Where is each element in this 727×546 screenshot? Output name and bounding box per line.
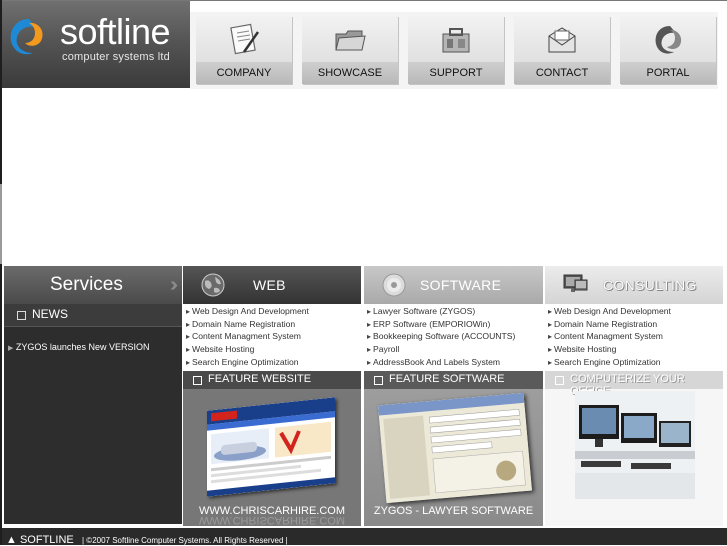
- nav-showcase[interactable]: SHOWCASE: [302, 16, 398, 84]
- list-item[interactable]: AddressBook And Labels System: [364, 356, 542, 369]
- globe-icon: [201, 273, 225, 297]
- list-item[interactable]: Search Engine Optimization: [183, 356, 361, 369]
- arrow-icon: ▶: [8, 345, 14, 352]
- office-computers-image: [575, 391, 695, 499]
- footer-brand-text: SOFTLINE: [19, 534, 74, 546]
- consulting-header[interactable]: CONSULTING: [545, 266, 723, 304]
- nav-contact-label: CONTACT: [514, 62, 610, 84]
- software-header[interactable]: SOFTWARE: [364, 266, 543, 304]
- feature-software-header: FEATURE SOFTWARE: [364, 371, 543, 389]
- footer-brand: ▲ SOFTLINE: [6, 534, 74, 546]
- list-item[interactable]: Content Managment System: [183, 330, 361, 343]
- softline-logo-icon: [10, 19, 43, 55]
- nav-support-label: SUPPORT: [408, 62, 504, 84]
- news-item-text: ZYGOS launches New VERSION: [15, 342, 150, 352]
- news-item[interactable]: ▶ ZYGOS launches New VERSION: [8, 342, 149, 352]
- nav-portal[interactable]: PORTAL: [620, 16, 716, 84]
- swirl-icon: [655, 26, 682, 54]
- list-item[interactable]: ERP Software (EMPORIOWin): [364, 318, 542, 331]
- feature-software-caption: ZYGOS - LAWYER SOFTWARE: [373, 505, 534, 517]
- software-title: SOFTWARE: [420, 277, 502, 293]
- feature-software-title: FEATURE SOFTWARE: [389, 373, 505, 385]
- list-item[interactable]: Website Hosting: [183, 343, 361, 356]
- square-bullet-icon: [374, 376, 383, 385]
- feature-consulting-header: COMPUTERIZE YOUR OFFICE: [545, 371, 723, 397]
- double-chevron-icon: ›››: [170, 274, 178, 296]
- nav-company[interactable]: COMPANY: [196, 16, 292, 84]
- web-links: Web Design And Development Domain Name R…: [183, 305, 361, 369]
- square-bullet-icon: [17, 311, 26, 320]
- feature-software[interactable]: FEATURE SOFTWARE ZYGOS - LAWYER SOFTWARE: [364, 371, 543, 526]
- toolbox-icon: [442, 28, 470, 53]
- nav-showcase-label: SHOWCASE: [302, 62, 398, 84]
- brand-name: softline: [60, 11, 171, 52]
- monitor-icon: [563, 274, 588, 292]
- nav-contact[interactable]: CONTACT: [514, 16, 610, 84]
- document-pen-icon: [230, 23, 260, 55]
- brand-tagline: computer systems ltd: [62, 51, 170, 63]
- software-preview-image: [378, 392, 532, 504]
- feature-website-header: FEATURE WEBSITE: [183, 371, 361, 389]
- services-title: Services: [50, 274, 123, 295]
- footer-copyright: | ©2007 Softline Computer Systems. All R…: [82, 536, 288, 545]
- list-item[interactable]: Payroll: [364, 343, 542, 356]
- news-header: NEWS: [4, 304, 182, 327]
- website-screenshot: [207, 397, 335, 497]
- list-item[interactable]: Website Hosting: [545, 343, 723, 356]
- feature-consulting[interactable]: COMPUTERIZE YOUR OFFICE: [545, 371, 723, 526]
- envelope-icon: [548, 27, 576, 53]
- logo[interactable]: softline computer systems ltd: [2, 1, 190, 88]
- caption-reflection: WWW.CHRISCARHIRE.COM: [198, 517, 346, 526]
- web-title: WEB: [253, 277, 286, 293]
- list-item[interactable]: Lawyer Software (ZYGOS): [364, 305, 542, 318]
- folder-icon: [335, 30, 366, 51]
- services-panel: Services ››› NEWS ▶ ZYGOS launches New V…: [4, 266, 182, 524]
- website-preview-image: [207, 397, 335, 497]
- list-item[interactable]: Domain Name Registration: [545, 318, 723, 331]
- consulting-title: CONSULTING: [603, 277, 697, 293]
- footer: ▲ SOFTLINE | ©2007 Softline Computer Sys…: [2, 528, 727, 546]
- news-title: NEWS: [32, 307, 68, 321]
- list-item[interactable]: Domain Name Registration: [183, 318, 361, 331]
- list-item[interactable]: Web Design And Development: [545, 305, 723, 318]
- square-bullet-icon: [555, 376, 564, 385]
- list-item[interactable]: Bookkeeping Software (ACCOUNTS): [364, 330, 542, 343]
- feature-website-title: FEATURE WEBSITE: [208, 373, 312, 385]
- feature-website[interactable]: FEATURE WEBSITE WWW.CHRISCARHIRE.COM WWW…: [183, 371, 361, 526]
- square-bullet-icon: [193, 376, 202, 385]
- cd-icon: [382, 273, 406, 297]
- list-item[interactable]: Search Engine Optimization: [545, 356, 723, 369]
- list-item[interactable]: Content Managment System: [545, 330, 723, 343]
- software-links: Lawyer Software (ZYGOS) ERP Software (EM…: [364, 305, 542, 369]
- nav-company-label: COMPANY: [196, 62, 292, 84]
- web-header[interactable]: WEB: [183, 266, 361, 304]
- list-item[interactable]: Web Design And Development: [183, 305, 361, 318]
- feature-website-caption: WWW.CHRISCARHIRE.COM: [198, 505, 346, 517]
- software-screenshot: [378, 392, 532, 504]
- nav-portal-label: PORTAL: [620, 62, 716, 84]
- services-header: Services ›››: [4, 266, 182, 304]
- consulting-links: Web Design And Development Domain Name R…: [545, 305, 723, 369]
- divider: [0, 184, 2, 264]
- nav-support[interactable]: SUPPORT: [408, 16, 504, 84]
